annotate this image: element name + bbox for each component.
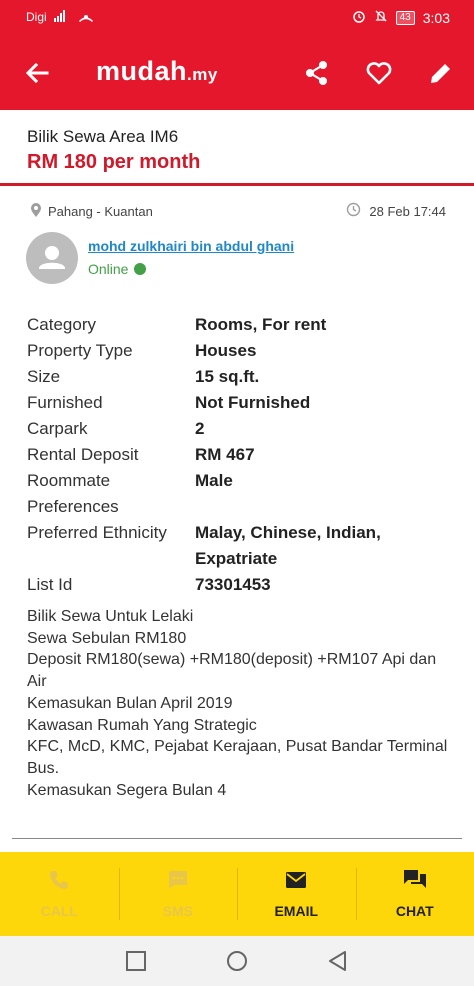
back-arrow-icon[interactable] bbox=[22, 58, 52, 88]
listing-title: Bilik Sewa Area IM6 bbox=[27, 127, 179, 146]
detail-value: Rooms, For rent bbox=[195, 315, 327, 334]
detail-label: List Id bbox=[27, 575, 73, 594]
detail-row: Preferred Ethnicity Malay, Chinese, Indi… bbox=[27, 520, 447, 572]
contact-action-bar: CALL SMS EMAIL CHAT bbox=[0, 852, 474, 936]
detail-row: Roommate Preferences Male bbox=[27, 468, 447, 520]
detail-label: Furnished bbox=[27, 393, 103, 412]
email-button[interactable]: EMAIL bbox=[237, 852, 356, 936]
detail-row: Category Rooms, For rent bbox=[27, 312, 447, 338]
logo-main-text: mudah bbox=[96, 56, 188, 86]
sms-label: SMS bbox=[162, 903, 193, 919]
detail-label: Rental Deposit bbox=[27, 445, 139, 464]
description-line: Kemasukan Segera Bulan 4 bbox=[27, 781, 227, 799]
logo-tld-text: .my bbox=[187, 65, 218, 84]
sms-icon bbox=[166, 868, 190, 903]
detail-label: Property Type bbox=[27, 341, 133, 360]
detail-value: Houses bbox=[195, 341, 257, 360]
detail-row: Property Type Houses bbox=[27, 338, 447, 364]
sms-button[interactable]: SMS bbox=[118, 852, 238, 936]
location: Pahang - Kuantan bbox=[30, 202, 153, 221]
call-label: CALL bbox=[40, 903, 78, 919]
seller-name-link[interactable]: mohd zulkhairi bin abdul ghani bbox=[88, 238, 294, 254]
posted-date: 28 Feb 17:44 bbox=[346, 202, 446, 220]
online-dot-icon bbox=[134, 263, 147, 275]
description-line: Sewa Sebulan RM180 bbox=[27, 629, 187, 647]
share-icon[interactable] bbox=[302, 58, 332, 88]
description-line: Kawasan Rumah Yang Strategic bbox=[27, 716, 257, 734]
signal-icon bbox=[54, 10, 65, 22]
detail-value: 2 bbox=[195, 419, 205, 438]
chat-icon bbox=[402, 868, 428, 903]
alarm-icon bbox=[352, 9, 366, 26]
detail-value: RM 467 bbox=[195, 445, 255, 464]
recent-apps-square-icon[interactable] bbox=[125, 950, 147, 972]
detail-row: List Id 73301453 bbox=[27, 572, 447, 598]
details-table: Category Rooms, For rent Property Type H… bbox=[27, 312, 447, 598]
status-bar: Digi 43 3:03 bbox=[0, 0, 474, 36]
home-circle-icon[interactable] bbox=[226, 950, 248, 972]
detail-label: Roommate Preferences bbox=[27, 471, 119, 516]
heart-icon[interactable] bbox=[364, 58, 394, 88]
edit-pencil-icon[interactable] bbox=[426, 58, 456, 88]
detail-row: Furnished Not Furnished bbox=[27, 390, 447, 416]
chat-button[interactable]: CHAT bbox=[355, 852, 474, 936]
description-line: Deposit RM180(sewa) +RM180(deposit) +RM1… bbox=[27, 651, 437, 691]
detail-value: 73301453 bbox=[195, 575, 271, 594]
listing-header: Bilik Sewa Area IM6 RM 180 per month bbox=[0, 110, 474, 186]
back-triangle-icon[interactable] bbox=[327, 950, 349, 972]
detail-value: 15 sq.ft. bbox=[195, 367, 260, 386]
battery-indicator: 43 bbox=[395, 10, 415, 25]
detail-row: Size 15 sq.ft. bbox=[27, 364, 447, 390]
clock-icon bbox=[346, 202, 361, 220]
posted-date-text: 28 Feb 17:44 bbox=[369, 203, 446, 219]
detail-value: Male bbox=[195, 471, 233, 490]
detail-label: Category bbox=[27, 315, 96, 334]
listing-description: Bilik Sewa Untuk Lelaki Sewa Sebulan RM1… bbox=[27, 606, 457, 801]
location-pin-icon bbox=[30, 202, 42, 221]
listing-price: RM 180 per month bbox=[27, 151, 201, 173]
detail-value: Not Furnished bbox=[195, 393, 311, 412]
description-line: Bilik Sewa Untuk Lelaki bbox=[27, 608, 194, 625]
email-icon bbox=[284, 868, 308, 903]
status-time: 3:03 bbox=[422, 9, 450, 26]
location-text: Pahang - Kuantan bbox=[48, 204, 153, 219]
detail-label: Size bbox=[27, 367, 61, 386]
email-label: EMAIL bbox=[274, 903, 319, 919]
detail-row: Rental Deposit RM 467 bbox=[27, 442, 447, 468]
system-nav-bar bbox=[0, 936, 474, 986]
divider bbox=[12, 838, 462, 839]
mute-icon bbox=[374, 9, 388, 26]
carrier-label: Digi bbox=[26, 10, 47, 24]
detail-label: Preferred Ethnicity bbox=[27, 523, 167, 542]
seller-info: mohd zulkhairi bin abdul ghani Online bbox=[26, 232, 456, 288]
description-line: Kemasukan Bulan April 2019 bbox=[27, 694, 233, 712]
call-button[interactable]: CALL bbox=[0, 852, 119, 936]
wifi-hotspot-icon bbox=[78, 8, 94, 27]
location-date-row: Pahang - Kuantan 28 Feb 17:44 bbox=[0, 196, 474, 224]
seller-status-text: Online bbox=[88, 261, 129, 277]
chat-label: CHAT bbox=[395, 903, 434, 919]
detail-value: Malay, Chinese, Indian, Expatriate bbox=[195, 523, 381, 568]
phone-icon bbox=[47, 868, 71, 903]
avatar[interactable] bbox=[26, 232, 78, 284]
seller-status: Online bbox=[88, 261, 147, 277]
detail-label: Carpark bbox=[27, 419, 88, 438]
app-logo: mudah.my bbox=[96, 56, 218, 87]
description-line: KFC, McD, KMC, Pejabat Kerajaan, Pusat B… bbox=[27, 738, 448, 777]
app-bar: mudah.my bbox=[0, 36, 474, 110]
detail-row: Carpark 2 bbox=[27, 416, 447, 442]
